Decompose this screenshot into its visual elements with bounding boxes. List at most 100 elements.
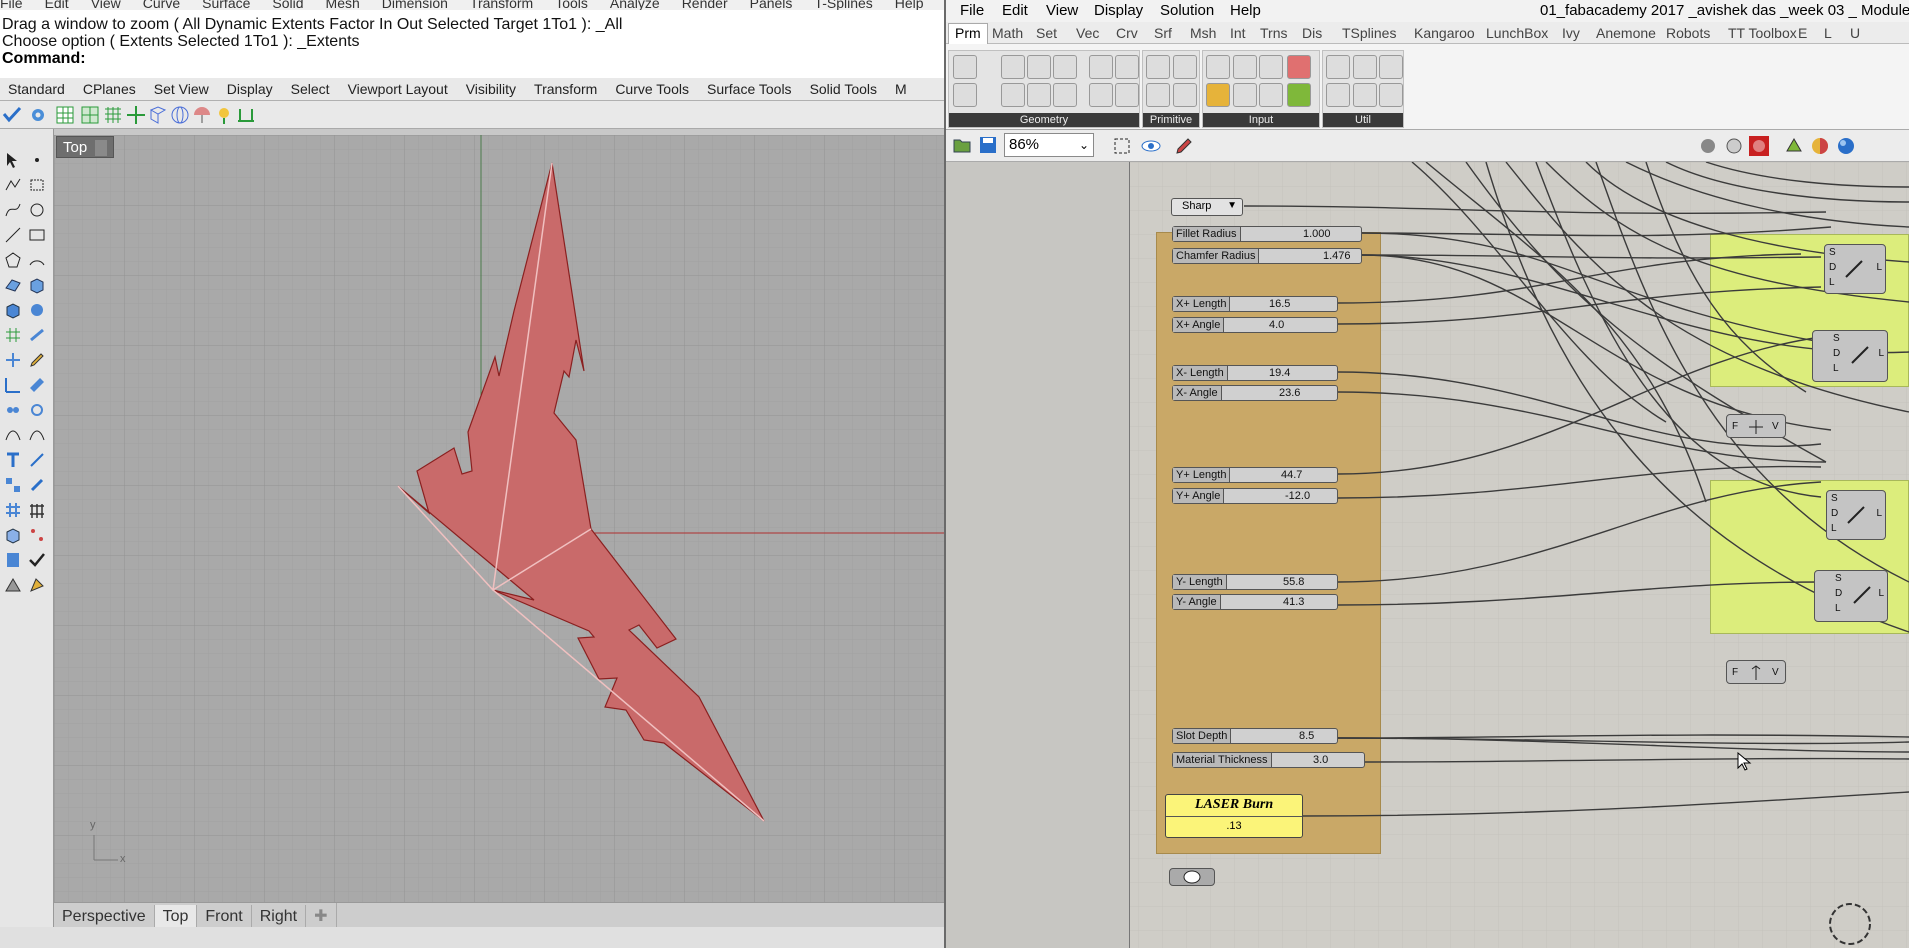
cherry-picker-icon[interactable] — [1326, 55, 1350, 79]
line-sdl-component-1[interactable]: S D L L — [1824, 244, 1886, 294]
tab-surface-tools[interactable]: Surface Tools — [707, 81, 792, 97]
tab-visibility[interactable]: Visibility — [466, 81, 516, 97]
graph-mapper-icon[interactable] — [1206, 83, 1230, 107]
circle-icon[interactable] — [28, 201, 46, 219]
surface-icon[interactable] — [4, 276, 22, 294]
tab-tsplines[interactable]: TSplines — [1342, 25, 1396, 41]
gh-menu-solution[interactable]: Solution — [1160, 2, 1214, 19]
slider-x-plus-length[interactable]: X+ Length 16.5 — [1172, 296, 1338, 312]
slider-icon[interactable] — [1259, 55, 1283, 79]
viewport-title[interactable]: Top — [56, 136, 115, 158]
slider-y-plus-angle[interactable]: Y+ Angle -12.0 — [1172, 488, 1338, 504]
preview-eye-icon[interactable] — [1140, 136, 1162, 156]
fillet-icon[interactable] — [28, 326, 46, 344]
line-sdl-component-3[interactable]: S D L L — [1826, 490, 1886, 540]
preview-selected-icon[interactable] — [1748, 135, 1770, 157]
tab-e[interactable]: E — [1798, 25, 1807, 41]
open-folder-icon[interactable] — [952, 135, 972, 155]
slider-y-minus-angle[interactable]: Y- Angle 41.3 — [1172, 594, 1338, 610]
navigation-widget-icon[interactable] — [1826, 900, 1874, 948]
grid-array-icon[interactable] — [4, 501, 22, 519]
command-prompt[interactable]: Command: — [2, 50, 944, 67]
data-dam-icon[interactable] — [1353, 55, 1377, 79]
tab-viewport-layout[interactable]: Viewport Layout — [348, 81, 448, 97]
umbrella-icon[interactable] — [192, 105, 212, 125]
polyline-icon[interactable] — [4, 176, 22, 194]
line-param-icon[interactable] — [1001, 83, 1025, 107]
value-list[interactable]: Sharp ▼ — [1171, 198, 1243, 216]
display-mode-icon[interactable] — [1784, 136, 1804, 156]
number-param-icon[interactable] — [1146, 55, 1170, 79]
line-sdl-component-2[interactable]: S D L L — [1812, 330, 1888, 382]
panel-icon[interactable] — [1259, 83, 1283, 107]
tab-anemone[interactable]: Anemone — [1596, 25, 1656, 41]
array-icon[interactable] — [4, 476, 22, 494]
gh-menu-help[interactable]: Help — [1230, 2, 1261, 19]
tab-vec[interactable]: Vec — [1076, 25, 1099, 41]
cube-icon[interactable] — [4, 526, 22, 544]
preview-shaded-icon[interactable] — [1724, 136, 1744, 156]
command-area[interactable]: Drag a window to zoom ( All Dynamic Exte… — [0, 10, 944, 78]
arrow-outline-icon[interactable] — [1353, 83, 1377, 107]
plane-param-icon[interactable] — [1027, 83, 1051, 107]
slider-x-minus-length[interactable]: X- Length 19.4 — [1172, 365, 1338, 381]
tab-int[interactable]: Int — [1230, 25, 1246, 41]
point-icon[interactable] — [28, 151, 46, 169]
rhino-menu-tools[interactable]: Tools — [555, 0, 588, 10]
slider-material-thickness[interactable]: Material Thickness 3.0 — [1172, 752, 1365, 768]
viewport-tab-top[interactable]: Top — [154, 905, 198, 929]
arc-icon[interactable] — [28, 251, 46, 269]
point-param-icon[interactable] — [953, 83, 977, 107]
save-icon[interactable] — [978, 135, 998, 155]
rhino-menu-render[interactable]: Render — [682, 0, 728, 10]
explode-icon[interactable] — [28, 426, 46, 444]
rhino-menu-solid[interactable]: Solid — [272, 0, 303, 10]
rhino-menu-edit[interactable]: Edit — [45, 0, 69, 10]
gh-menu-file[interactable]: File — [960, 2, 984, 19]
gh-canvas[interactable]: Sharp ▼ Fillet Radius 1.000 Chamfer Radiu… — [946, 162, 1909, 948]
edit-icon[interactable] — [28, 476, 46, 494]
curve-icon[interactable] — [4, 201, 22, 219]
rhino-menu-dimension[interactable]: Dimension — [382, 0, 448, 10]
gh-menu-display[interactable]: Display — [1094, 2, 1143, 19]
viewport-tab-right[interactable]: Right — [252, 905, 307, 929]
y-unit-component[interactable]: F V — [1726, 660, 1786, 684]
tab-msh[interactable]: Msh — [1190, 25, 1216, 41]
gear-icon[interactable] — [28, 105, 48, 125]
add-viewport-icon[interactable]: ✚ — [306, 903, 337, 929]
galapagos-icon[interactable] — [1379, 55, 1403, 79]
integer-param-icon[interactable] — [1146, 83, 1170, 107]
rhino-menu-surface[interactable]: Surface — [202, 0, 250, 10]
ruler-icon[interactable] — [28, 376, 46, 394]
rhino-menu-view[interactable]: View — [91, 0, 121, 10]
join-icon[interactable] — [4, 426, 22, 444]
rhino-menu-curve[interactable]: Curve — [143, 0, 180, 10]
slider-x-plus-angle[interactable]: X+ Angle 4.0 — [1172, 317, 1338, 333]
slider-chamfer-radius[interactable]: Chamfer Radius 1.476 — [1172, 248, 1362, 264]
flask-icon[interactable] — [1379, 83, 1403, 107]
x-unit-component[interactable]: F V — [1726, 414, 1786, 438]
select-arrow-icon[interactable] — [4, 151, 22, 169]
group-param-icon[interactable] — [1115, 83, 1139, 107]
rectangle-icon[interactable] — [28, 226, 46, 244]
surface-param-icon[interactable] — [1053, 55, 1077, 79]
extrude-icon[interactable] — [28, 276, 46, 294]
gh-menu-edit[interactable]: Edit — [1002, 2, 1028, 19]
rhino-menu-tsplines[interactable]: T-Splines — [814, 0, 872, 10]
tab-cplanes[interactable]: CPlanes — [83, 81, 136, 97]
mesh-icon[interactable] — [4, 326, 22, 344]
move-icon[interactable] — [126, 105, 146, 125]
grid-icon[interactable] — [55, 105, 75, 125]
viewport-tab-perspective[interactable]: Perspective — [54, 905, 155, 929]
color-swatch-icon[interactable] — [1287, 83, 1311, 107]
transform-icon[interactable] — [4, 351, 22, 369]
sphere-icon[interactable] — [1836, 136, 1856, 156]
rhino-menu-help[interactable]: Help — [895, 0, 924, 10]
slider-y-plus-length[interactable]: Y+ Length 44.7 — [1172, 467, 1338, 483]
pencil-icon[interactable] — [28, 351, 46, 369]
text-param-icon[interactable] — [1173, 83, 1197, 107]
tab-crv[interactable]: Crv — [1116, 25, 1138, 41]
tab-ivy[interactable]: Ivy — [1562, 25, 1580, 41]
zoom-extents-icon[interactable] — [1112, 136, 1132, 156]
grid-snap-icon[interactable] — [80, 105, 100, 125]
